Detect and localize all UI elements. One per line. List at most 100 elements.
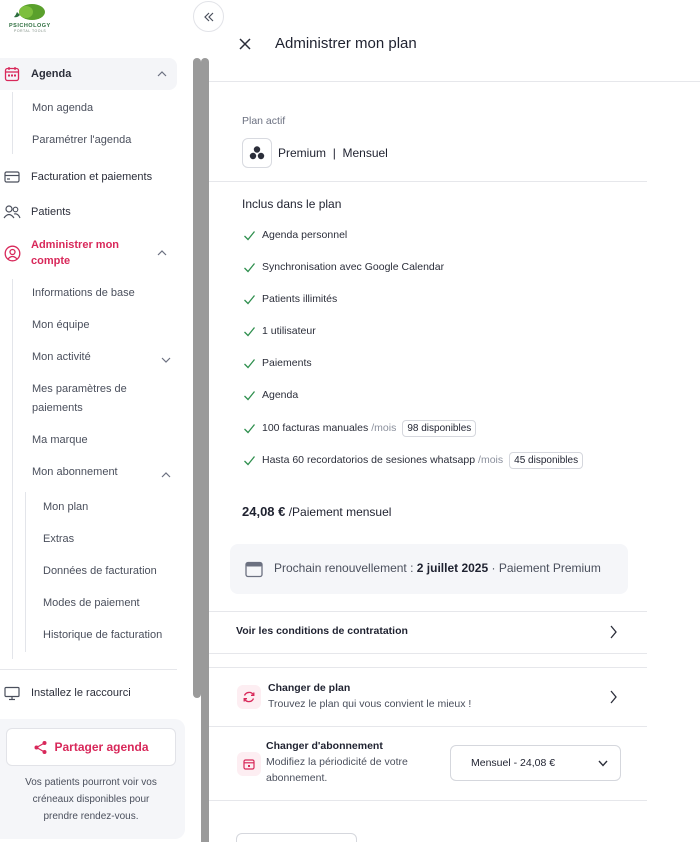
divider xyxy=(209,653,647,654)
submenu-line-lvl2 xyxy=(25,492,26,652)
sidebar-subitem-mon-agenda[interactable]: Mon agenda xyxy=(32,99,93,118)
share-button-label: Partager agenda xyxy=(54,740,149,754)
plan-period: Mensuel xyxy=(342,146,388,160)
feature-text: Paiements xyxy=(262,357,312,369)
divider xyxy=(209,800,647,801)
feature-period: /mois xyxy=(371,422,397,434)
sidebar-item-label: Installez le raccourci xyxy=(31,687,131,699)
sidebar-subitem-mon-equipe[interactable]: Mon équipe xyxy=(32,316,90,335)
check-icon xyxy=(244,230,256,240)
calendar-icon xyxy=(245,561,263,578)
chevron-down-icon xyxy=(598,760,608,767)
share-description: Vos patients pourront voir vos créneaux … xyxy=(8,774,174,825)
user-circle-icon xyxy=(3,244,21,262)
payments-label-line2: paiements xyxy=(32,402,83,414)
sidebar-separator xyxy=(0,669,177,670)
check-icon xyxy=(244,294,256,304)
sidebar-subitem-parametres-paiements[interactable]: Mes paramètres de paiements xyxy=(32,380,127,418)
submenu-line xyxy=(12,279,13,659)
panel-title: Administrer mon plan xyxy=(275,35,417,52)
sidebar-item-agenda[interactable]: Agenda xyxy=(0,58,177,90)
sidebar-item-patients[interactable]: Patients xyxy=(0,196,177,228)
refresh-icon xyxy=(243,691,255,703)
brand-tagline: PORTAL TOOLS xyxy=(14,29,47,33)
renewal-text: Prochain renouvellement : 2 juillet 2025… xyxy=(274,561,601,575)
plan-badge xyxy=(242,138,272,168)
account-label-line2: compte xyxy=(31,255,71,267)
users-icon xyxy=(3,203,21,221)
share-agenda-button[interactable]: Partager agenda xyxy=(6,728,176,766)
feature-text: Hasta 60 recordatorios de sesiones whats… xyxy=(262,454,476,466)
premium-plan-icon xyxy=(249,146,265,160)
feature-text: 100 facturas manuales xyxy=(262,422,369,434)
subscription-period-select[interactable]: Mensuel - 24,08 € xyxy=(450,745,621,781)
brand-logo[interactable]: PSICHOLOGY PORTAL TOOLS xyxy=(6,3,50,33)
sidebar-item-label: Administrer mon compte xyxy=(31,237,119,269)
sidebar-subitem-historique-facturation[interactable]: Historique de facturation xyxy=(43,626,162,645)
check-icon xyxy=(244,326,256,336)
subscription-desc-line2: abonnement. xyxy=(266,772,328,784)
sidebar-subitem-donnees-facturation[interactable]: Données de facturation xyxy=(43,562,157,581)
chevron-down-icon[interactable] xyxy=(161,355,171,365)
sidebar-subitem-infos-base[interactable]: Informations de base xyxy=(32,284,135,303)
header-divider xyxy=(209,81,700,82)
sidebar-subitem-modes-paiement[interactable]: Modes de paiement xyxy=(43,594,140,613)
renewal-suffix: · Paiement Premium xyxy=(491,561,601,575)
feature-text: Patients illimités xyxy=(262,293,338,305)
bottom-action-button[interactable] xyxy=(236,833,357,842)
brain-logo-icon xyxy=(14,4,45,20)
change-plan-title[interactable]: Changer de plan xyxy=(268,682,350,694)
sidebar-item-account[interactable]: Administrer mon compte xyxy=(0,236,177,270)
sidebar-subitem-parametrer-agenda[interactable]: Paramétrer l'agenda xyxy=(32,131,131,150)
chevron-up-icon[interactable] xyxy=(161,470,171,480)
feature-item: 100 facturas manuales /mois 98 disponibl… xyxy=(243,419,477,437)
sidebar-subitem-extras[interactable]: Extras xyxy=(43,530,74,549)
calendar-icon xyxy=(243,759,255,770)
change-subscription-title: Changer d'abonnement xyxy=(266,740,383,752)
sidebar-subitem-mon-abonnement[interactable]: Mon abonnement xyxy=(32,463,118,482)
plan-name: Premium xyxy=(278,146,327,160)
chevron-right-icon[interactable] xyxy=(609,690,618,704)
availability-badge: 45 disponibles xyxy=(509,451,584,469)
divider xyxy=(209,181,647,182)
divider xyxy=(209,726,647,727)
sidebar-subitem-ma-marque[interactable]: Ma marque xyxy=(32,431,88,450)
change-plan-icon-box xyxy=(237,685,261,709)
check-icon xyxy=(244,262,256,272)
share-desc-line2: créneaux disponibles pour xyxy=(32,794,150,805)
sidebar-scrollbar[interactable] xyxy=(193,58,201,698)
conditions-link[interactable]: Voir les conditions de contratation xyxy=(236,625,408,637)
check-icon xyxy=(244,358,256,368)
select-value: Mensuel - 24,08 € xyxy=(471,757,556,769)
sidebar-item-label: Facturation et paiements xyxy=(31,171,153,183)
credit-card-icon xyxy=(3,168,21,186)
collapse-sidebar-button[interactable] xyxy=(193,1,224,32)
sidebar-item-label: Patients xyxy=(31,206,71,218)
change-plan-desc: Trouvez le plan qui vous convient le mie… xyxy=(268,698,472,710)
sidebar-subitem-mon-activite[interactable]: Mon activité xyxy=(32,348,91,367)
divider xyxy=(209,611,647,612)
share-desc-line3: prendre rendez-vous. xyxy=(43,811,139,822)
subscription-desc-line1: Modifiez la périodicité de votre xyxy=(266,756,408,768)
renewal-prefix: Prochain renouvellement : xyxy=(274,561,414,575)
price-amount: 24,08 € xyxy=(242,504,286,519)
chevron-right-icon[interactable] xyxy=(609,625,618,639)
feature-text: 1 utilisateur xyxy=(262,325,316,337)
close-icon[interactable] xyxy=(238,37,252,51)
change-subscription-desc: Modifiez la périodicité de votre abonnem… xyxy=(266,754,408,786)
feature-text: Agenda xyxy=(262,389,299,401)
active-plan-name: Premium | Mensuel xyxy=(278,146,388,160)
active-plan-label: Plan actif xyxy=(242,115,286,127)
plan-price: 24,08 € /Paiement mensuel xyxy=(242,504,391,519)
feature-period: /mois xyxy=(478,454,504,466)
panel-scrollbar-track[interactable] xyxy=(201,58,209,842)
sidebar-item-shortcut[interactable]: Installez le raccourci xyxy=(0,677,177,709)
sidebar-subitem-mon-plan[interactable]: Mon plan xyxy=(43,498,88,517)
renewal-info: Prochain renouvellement : 2 juillet 2025… xyxy=(230,544,628,594)
price-suffix: /Paiement mensuel xyxy=(288,505,392,519)
feature-text: Agenda personnel xyxy=(262,229,348,241)
sidebar-item-billing[interactable]: Facturation et paiements xyxy=(0,161,177,193)
feature-item: 1 utilisateur xyxy=(243,322,316,340)
feature-item: Agenda xyxy=(243,386,298,404)
payments-label-line1: Mes paramètres de xyxy=(32,383,127,395)
